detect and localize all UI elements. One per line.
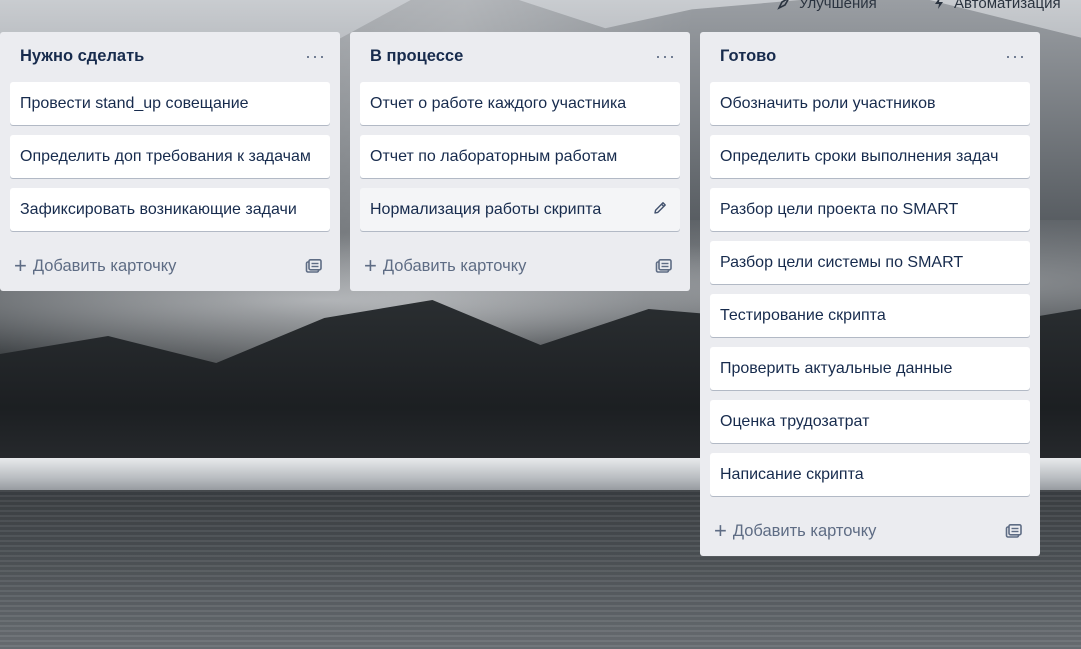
card-hovered[interactable]: Нормализация работы скрипта [360,188,680,231]
card[interactable]: Проверить актуальные данные [710,347,1030,390]
card[interactable]: Написание скрипта [710,453,1030,496]
card-title: Нормализация работы скрипта [370,201,602,218]
card[interactable]: Провести stand_up совещание [10,82,330,125]
card[interactable]: Обозначить роли участников [710,82,1030,125]
more-horizontal-icon[interactable]: ··· [305,47,326,65]
card[interactable]: Тестирование скрипта [710,294,1030,337]
improvements-label: Улучшения [799,0,877,12]
add-card-button[interactable]: + Добавить карточку [714,518,877,543]
rocket-icon [777,0,791,10]
plus-icon: + [714,518,727,543]
card[interactable]: Разбор цели проекта по SMART [710,188,1030,231]
automation-label: Автоматизация [954,0,1061,12]
card[interactable]: Разбор цели системы по SMART [710,241,1030,284]
card-template-icon[interactable] [1005,523,1022,539]
more-horizontal-icon[interactable]: ··· [1005,47,1026,65]
card[interactable]: Оценка трудозатрат [710,400,1030,443]
card-container: Провести stand_up совещание Определить д… [0,80,340,231]
list-in-progress: В процессе ··· Отчет о работе каждого уч… [350,32,690,291]
add-card-button[interactable]: + Добавить карточку [14,253,177,278]
card[interactable]: Определить доп требования к задачам [10,135,330,178]
list-title[interactable]: Готово [720,47,776,66]
list-header: Нужно сделать ··· [0,32,340,80]
card-container: Отчет о работе каждого участника Отчет п… [350,80,690,231]
card[interactable]: Отчет по лабораторным работам [360,135,680,178]
add-card-row: + Добавить карточку [0,241,340,291]
improvements-button[interactable]: Улучшения [777,0,877,14]
list-header: В процессе ··· [350,32,690,80]
plus-icon: + [14,253,27,278]
add-card-row: + Добавить карточку [700,506,1040,556]
card-template-icon[interactable] [305,258,322,274]
board-header: Улучшения Автоматизация [0,0,1081,14]
add-card-row: + Добавить карточку [350,241,690,291]
lightning-icon [932,0,946,10]
more-horizontal-icon[interactable]: ··· [655,47,676,65]
add-card-button[interactable]: + Добавить карточку [364,253,527,278]
card-container: Обозначить роли участников Определить ср… [700,80,1040,496]
card[interactable]: Отчет о работе каждого участника [360,82,680,125]
list-todo: Нужно сделать ··· Провести stand_up сове… [0,32,340,291]
list-done: Готово ··· Обозначить роли участников Оп… [700,32,1040,556]
pencil-icon[interactable] [652,199,668,215]
card[interactable]: Определить сроки выполнения задач [710,135,1030,178]
add-card-label: Добавить карточку [732,521,877,540]
list-header: Готово ··· [700,32,1040,80]
add-card-label: Добавить карточку [382,256,527,275]
automation-button[interactable]: Автоматизация [932,0,1061,14]
plus-icon: + [364,253,377,278]
card[interactable]: Зафиксировать возникающие задачи [10,188,330,231]
list-title[interactable]: Нужно сделать [20,47,144,66]
card-template-icon[interactable] [655,258,672,274]
add-card-label: Добавить карточку [32,256,177,275]
list-title[interactable]: В процессе [370,47,463,66]
